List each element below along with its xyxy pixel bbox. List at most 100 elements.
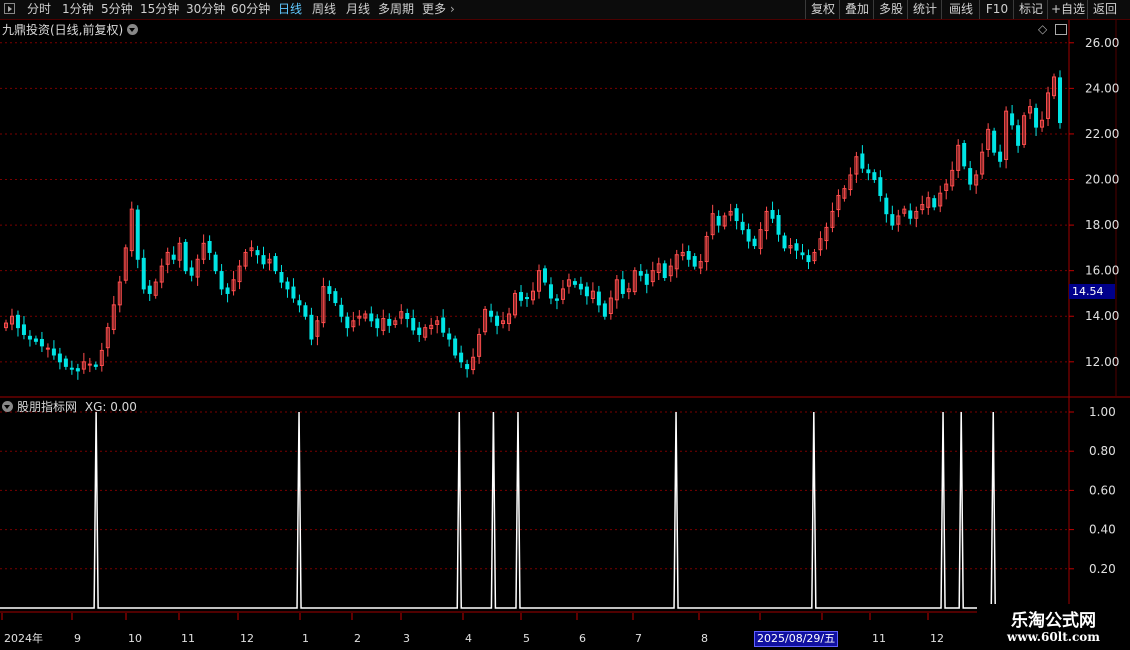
chart-canvas[interactable]: 26.00 24.00 22.00 20.00 18.00 16.00 14.00 12.00… — [0, 20, 1130, 650]
button-draw-line[interactable]: 画线 — [941, 0, 980, 19]
tab-5min[interactable]: 5分钟 — [101, 2, 133, 16]
candle-body — [686, 251, 691, 260]
candle-body — [345, 316, 350, 329]
candle-body — [57, 353, 62, 363]
period-toolbar: 分时 1分钟 5分钟 15分钟 30分钟 60分钟 日线 周线 月线 多周期 更… — [0, 0, 1130, 20]
candle-body — [716, 215, 721, 226]
tab-intraday[interactable]: 分时 — [27, 2, 51, 16]
indicator-tick-label: 0.60 — [1089, 483, 1116, 497]
date-tick-label: 2024年 — [4, 631, 43, 645]
dropdown-icon[interactable] — [127, 24, 139, 35]
candle-body — [375, 318, 380, 329]
tab-30min[interactable]: 30分钟 — [186, 2, 225, 16]
candle-body — [453, 338, 458, 356]
price-tick-label: 22.00 — [1085, 127, 1119, 141]
button-overlay[interactable]: 叠加 — [839, 0, 874, 19]
candle-body — [447, 333, 452, 340]
date-tick-label: 9 — [74, 632, 81, 645]
date-tick-label: 12 — [240, 632, 254, 645]
candle-body — [339, 304, 344, 317]
candle-body — [171, 254, 176, 260]
date-tick-label: 8 — [701, 632, 708, 645]
indicator-tick-label: 0.40 — [1089, 523, 1116, 537]
button-mark[interactable]: 标记 — [1013, 0, 1048, 19]
candle-body — [752, 238, 757, 247]
candle-body — [968, 168, 973, 185]
indicator-dropdown-icon[interactable] — [2, 401, 13, 412]
candle-body — [141, 257, 146, 290]
candle-body — [1016, 125, 1021, 146]
candle-body — [51, 348, 56, 356]
candle-body — [39, 338, 44, 347]
tab-more[interactable]: 更多 — [422, 2, 446, 16]
candle-body — [219, 271, 224, 290]
candle-body — [525, 297, 530, 300]
candle-body — [519, 292, 524, 301]
candle-body — [770, 210, 775, 219]
date-tick-label: 7 — [635, 632, 642, 645]
date-tick-label: 4 — [465, 632, 472, 645]
tab-multi-period[interactable]: 多周期 — [378, 2, 414, 16]
indicator-tick-label: 0.80 — [1089, 444, 1116, 458]
candle-body — [441, 317, 446, 333]
candle-body — [998, 151, 1003, 162]
tab-monthly[interactable]: 月线 — [346, 2, 370, 16]
tab-daily[interactable]: 日线 — [278, 2, 302, 16]
tab-1min[interactable]: 1分钟 — [62, 2, 94, 16]
candle-body — [333, 291, 338, 304]
candle-body — [584, 286, 589, 297]
candle-body — [542, 268, 547, 283]
button-multi-stock[interactable]: 多股 — [873, 0, 908, 19]
candle-body — [734, 208, 739, 222]
diamond-icon[interactable]: ◇ — [1038, 22, 1047, 36]
candle-body — [578, 283, 583, 290]
candle-body — [87, 363, 92, 366]
watermark-url: www.60lt.com — [1007, 630, 1100, 644]
candle-body — [297, 300, 302, 306]
candle-body — [405, 313, 410, 320]
candle-body — [327, 286, 332, 294]
stock-title-text: 九鼎投资(日线,前复权) — [2, 23, 124, 37]
tab-60min[interactable]: 60分钟 — [231, 2, 270, 16]
indicator-tick-label: 1.00 — [1089, 405, 1116, 419]
date-tick-label: 6 — [579, 632, 586, 645]
watermark: 乐淘公式网 www.60lt.com — [977, 604, 1130, 650]
candle-body — [459, 352, 464, 363]
candle-body — [602, 303, 607, 317]
candle-body — [866, 169, 871, 174]
window-icon[interactable] — [1055, 24, 1067, 35]
chevron-right-icon[interactable]: › — [450, 2, 455, 16]
candle-body — [411, 318, 416, 331]
date-tick-label: 2 — [354, 632, 361, 645]
button-f10[interactable]: F10 — [979, 0, 1014, 19]
button-adjust-rights[interactable]: 复权 — [805, 0, 840, 19]
tab-15min[interactable]: 15分钟 — [140, 2, 179, 16]
candle-body — [75, 368, 80, 372]
tab-weekly[interactable]: 周线 — [312, 2, 336, 16]
main-panel-title: 九鼎投资(日线,前复权) — [2, 21, 139, 38]
candle-body — [213, 254, 218, 272]
price-tick-label: 18.00 — [1085, 218, 1119, 232]
candle-body — [495, 315, 500, 326]
candle-body — [1034, 107, 1039, 128]
button-add-watchlist[interactable]: +自选 — [1047, 0, 1088, 19]
candle-body — [554, 298, 559, 301]
candle-body — [183, 241, 188, 272]
button-statistics[interactable]: 统计 — [907, 0, 942, 19]
menu-icon[interactable] — [4, 3, 15, 14]
candle-body — [662, 263, 667, 279]
price-tick-label: 16.00 — [1085, 264, 1119, 278]
button-back[interactable]: 返回 — [1087, 0, 1122, 19]
candle-body — [992, 130, 997, 153]
candle-body — [465, 364, 470, 370]
candle-body — [884, 197, 889, 215]
candle-body — [135, 209, 140, 260]
candle-body — [189, 267, 194, 276]
candle-body — [1010, 113, 1015, 126]
candle-body — [279, 271, 284, 283]
date-tick-label: 11 — [181, 632, 195, 645]
date-tick-label: 12 — [930, 632, 944, 645]
candle-body — [387, 318, 392, 326]
candle-body — [1058, 77, 1063, 124]
candle-body — [548, 284, 553, 299]
